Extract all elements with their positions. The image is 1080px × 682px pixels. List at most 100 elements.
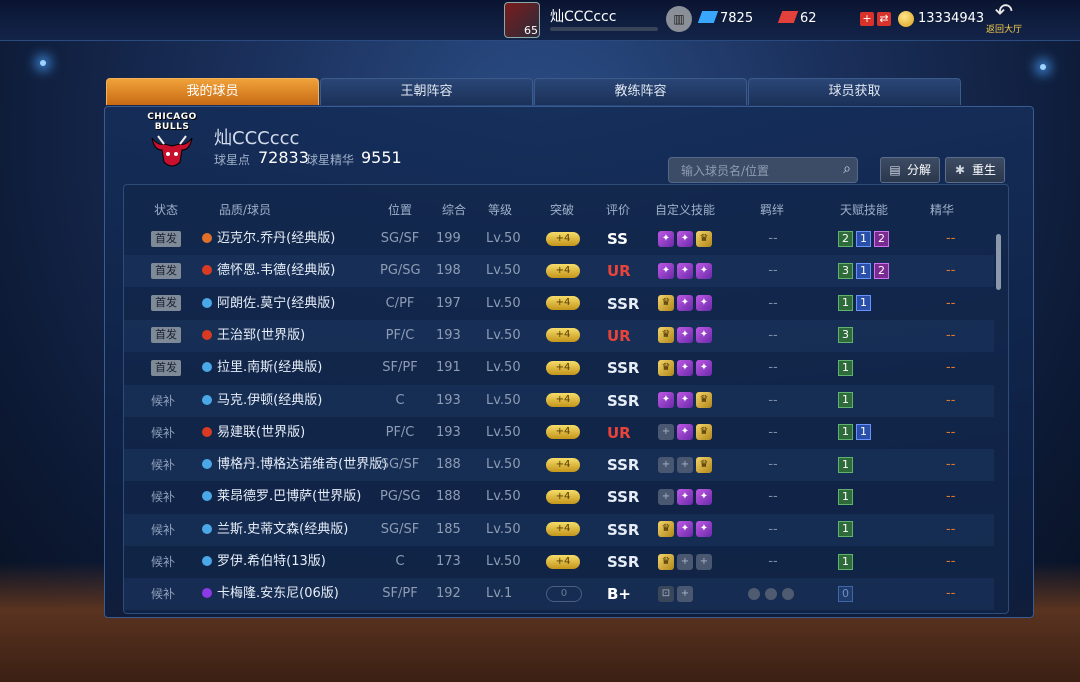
table-row[interactable]: 首发 拉里.南斯(经典版) SF/PF 191 Lv.50 +4 SSR ♛ ✦ ✦…: [124, 352, 994, 384]
skill-purple-icon[interactable]: ✦: [696, 262, 712, 279]
table-row[interactable]: 首发 德怀恩.韦德(经典版) PG/SG 198 Lv.50 +4 UR ✦ ✦ ✦…: [124, 255, 994, 288]
skill-gold-icon[interactable]: ♛: [658, 521, 674, 538]
talent-level: 1: [838, 359, 853, 376]
player-cell[interactable]: 博格丹.博格达诺维奇(世界版): [202, 449, 387, 481]
player-cell[interactable]: 易建联(世界版): [202, 417, 305, 449]
skill-purple-icon[interactable]: ✦: [696, 359, 712, 376]
table-row[interactable]: 候补 兰斯.史蒂文森(经典版) SG/SF 185 Lv.50 +4 SSR ♛…: [124, 513, 994, 546]
rating: UR: [607, 262, 631, 281]
empty-skill-slot-icon[interactable]: +: [658, 488, 674, 505]
custom-skills: + ✦ ♛: [658, 417, 715, 449]
empty-skill-slot-icon[interactable]: +: [677, 553, 693, 570]
skill-gold-icon[interactable]: ♛: [658, 327, 674, 344]
plus-icon[interactable]: +: [860, 12, 874, 26]
table-row[interactable]: 候补 卡梅隆.安东尼(06版) SF/PF 192 Lv.1 0 B+ ⊡ + 0…: [124, 578, 994, 611]
status-cell: 候补: [151, 578, 175, 610]
level: Lv.50: [486, 360, 521, 376]
custom-skills: ⊡ +: [658, 578, 696, 610]
skill-purple-icon[interactable]: ✦: [658, 230, 674, 247]
skill-purple-icon[interactable]: ✦: [658, 392, 674, 408]
empty-skill-slot-icon[interactable]: +: [677, 456, 693, 473]
sparkle-icon: ✱: [954, 163, 966, 177]
skill-purple-icon[interactable]: ✦: [696, 295, 712, 312]
skill-purple-icon[interactable]: ✦: [677, 359, 693, 376]
skill-purple-icon[interactable]: ✦: [677, 424, 693, 441]
exchange-icon[interactable]: ⇄: [877, 12, 891, 26]
skill-gold-icon[interactable]: ♛: [696, 230, 712, 247]
player-cell[interactable]: 莱昂德罗.巴博萨(世界版): [202, 481, 361, 513]
essence-value: --: [946, 327, 956, 343]
player-cell[interactable]: 德怀恩.韦德(经典版): [202, 255, 335, 287]
starter-badge: 首发: [151, 230, 181, 247]
table-row[interactable]: 首发 阿朗佐.莫宁(经典版) C/PF 197 Lv.50 +4 SSR ♛ ✦ ✦…: [124, 288, 994, 320]
table-row[interactable]: 候补 莱昂德罗.巴博萨(世界版) PG/SG 188 Lv.50 +4 SSR …: [124, 481, 994, 513]
breakthrough-cell: +4: [546, 514, 580, 546]
table-row[interactable]: 首发 王治郅(世界版) PF/C 193 Lv.50 +4 UR ♛ ✦ ✦ -- …: [124, 319, 994, 352]
player-avatar[interactable]: 65: [504, 2, 540, 38]
player-cell[interactable]: 迈克尔.乔丹(经典版): [202, 223, 335, 255]
player-cell[interactable]: 马克.伊顿(经典版): [202, 385, 322, 417]
skill-gold-icon[interactable]: ♛: [658, 295, 674, 312]
player-cell[interactable]: 卡梅隆.安东尼(06版): [202, 578, 339, 610]
breakthrough-cell: 0: [546, 578, 582, 610]
tab-my-players[interactable]: 我的球员: [106, 78, 319, 105]
player-cell[interactable]: 罗伊.希伯特(13版): [202, 546, 326, 578]
skill-purple-icon[interactable]: ✦: [658, 262, 674, 279]
decompose-button[interactable]: ▤ 分解: [880, 157, 940, 183]
skill-gold-icon[interactable]: ♛: [696, 424, 712, 441]
quality-dot: [202, 556, 212, 566]
skill-gold-icon[interactable]: ♛: [658, 553, 674, 570]
player-search[interactable]: ⌕: [668, 157, 858, 183]
player-cell[interactable]: 阿朗佐.莫宁(经典版): [202, 288, 335, 320]
quality-dot: [202, 329, 212, 340]
table-row[interactable]: 首发 迈克尔.乔丹(经典版) SG/SF 199 Lv.50 +4 SS ✦ ✦ ♛…: [124, 223, 994, 255]
table-row[interactable]: 候补 易建联(世界版) PF/C 193 Lv.50 +4 UR + ✦ ♛ -- …: [124, 417, 994, 449]
skill-purple-icon[interactable]: ✦: [677, 230, 693, 247]
position: PF/C: [385, 327, 415, 343]
skill-gold-icon[interactable]: ♛: [696, 392, 712, 408]
bond-cell: [740, 578, 806, 610]
tab-player-acquire[interactable]: 球员获取: [748, 78, 961, 105]
tab-coach-lineup[interactable]: 教练阵容: [534, 78, 747, 105]
empty-skill-slot-icon[interactable]: +: [696, 553, 712, 570]
bench-status: 候补: [151, 555, 176, 569]
search-input[interactable]: [679, 160, 833, 182]
skill-purple-icon[interactable]: ✦: [677, 327, 693, 344]
empty-skill-slot-icon[interactable]: +: [658, 456, 674, 473]
trophy-icon[interactable]: ▥: [666, 6, 692, 32]
player-cell[interactable]: 拉里.南斯(经典版): [202, 352, 322, 384]
empty-skill-slot-icon[interactable]: +: [658, 424, 674, 441]
skill-purple-icon[interactable]: ✦: [696, 327, 712, 344]
quality-dot: [202, 394, 212, 405]
table-row[interactable]: 候补 博格丹.博格达诺维奇(世界版) SG/SF 188 Lv.50 +4 SS…: [124, 449, 994, 482]
empty-skill-slot-icon[interactable]: +: [677, 585, 693, 602]
rebirth-button[interactable]: ✱ 重生: [945, 157, 1005, 183]
tab-dynasty-lineup[interactable]: 王朝阵容: [320, 78, 533, 105]
starter-badge: 首发: [151, 295, 181, 312]
skill-purple-icon[interactable]: ✦: [677, 262, 693, 279]
skill-purple-icon[interactable]: ✦: [696, 488, 712, 505]
back-to-lobby-button[interactable]: ↶ 返回大厅: [982, 2, 1026, 38]
document-icon: ▤: [889, 163, 901, 177]
header-level: 等级: [488, 203, 513, 217]
table-row[interactable]: 候补 罗伊.希伯特(13版) C 173 Lv.50 +4 SSR ♛ + + --…: [124, 546, 994, 578]
skill-purple-icon[interactable]: ✦: [677, 392, 693, 408]
search-icon[interactable]: ⌕: [843, 161, 851, 177]
talents-cell: 3: [838, 320, 856, 352]
top-bar: 65 灿CCCccc ▥ 7825 62 + ⇄ 13334943 ↶ 返回大厅: [0, 0, 1080, 41]
skill-purple-icon[interactable]: ✦: [677, 295, 693, 312]
skill-purple-icon[interactable]: ✦: [696, 521, 712, 538]
player-cell[interactable]: 王治郅(世界版): [202, 320, 305, 352]
skill-gold-icon[interactable]: ♛: [658, 359, 674, 376]
table-row[interactable]: 候补 马克.伊顿(经典版) C 193 Lv.50 +4 SSR ✦ ✦ ♛ -- …: [124, 384, 994, 417]
player-cell[interactable]: 兰斯.史蒂文森(经典版): [202, 514, 348, 546]
skill-gold-icon[interactable]: ♛: [696, 456, 712, 473]
bench-status: 候补: [151, 393, 176, 408]
skill-purple-icon[interactable]: ✦: [677, 521, 693, 538]
skill-purple-icon[interactable]: ✦: [677, 488, 693, 505]
position: C: [395, 554, 405, 569]
player-name: 博格丹.博格达诺维奇(世界版): [217, 457, 388, 473]
scrollbar[interactable]: [996, 234, 1001, 290]
overall: 197: [436, 295, 461, 311]
lock-icon[interactable]: ⊡: [658, 585, 674, 602]
